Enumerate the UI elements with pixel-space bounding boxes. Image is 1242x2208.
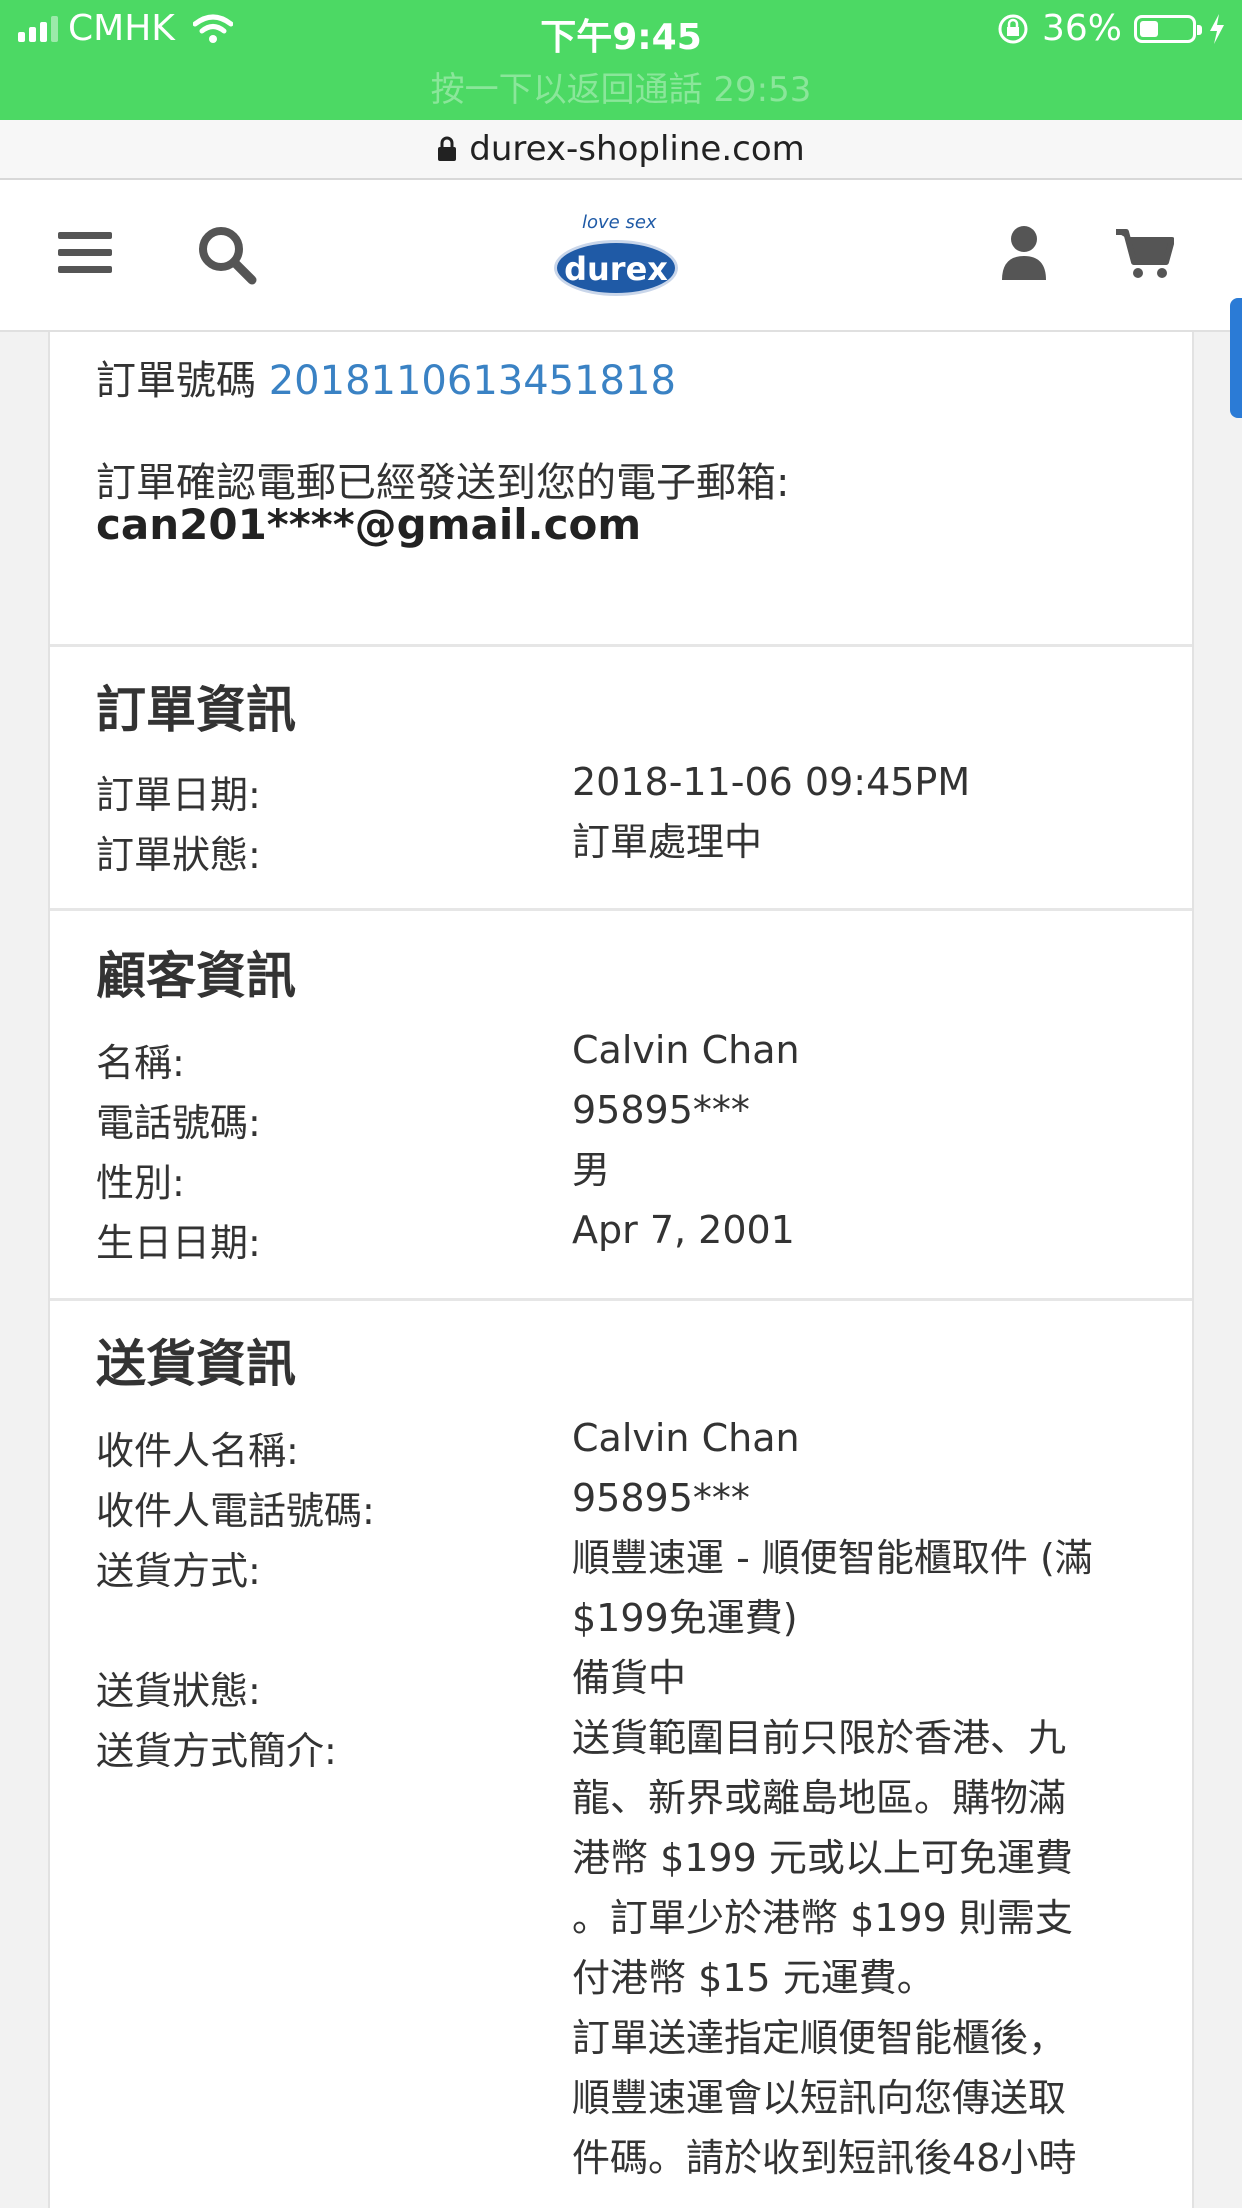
delivery-description-label: 送貨方式簡介:: [96, 1729, 337, 1773]
section-divider: [50, 908, 1192, 911]
order-confirmation-card: 訂單號碼 20181106134518​18 訂單確認電郵已經發送到您的電子郵箱…: [48, 332, 1194, 2208]
return-to-call-banner[interactable]: 按一下以返回通話 29:53: [0, 62, 1242, 111]
recipient-phone-label: 收件人電話號碼:: [96, 1489, 375, 1533]
delivery-description-line: 件碼。請於收到短訊後48小時: [572, 2136, 1077, 2180]
side-widget-tab[interactable]: [1230, 298, 1242, 418]
delivery-description-line: 。訂單少於港幣 $199 則需支: [572, 1896, 1073, 1940]
delivery-description-line: 龍、新界或離島地區。購物滿: [572, 1776, 1067, 1820]
order-status-value: 訂單處理中: [572, 820, 763, 864]
customer-birthday-value: Apr 7, 2001: [572, 1208, 795, 1252]
order-date-value: 2018-11-06 09:45PM: [572, 760, 971, 804]
order-info-title: 訂單資訊: [96, 681, 296, 739]
status-right: 36%: [996, 8, 1226, 49]
section-divider: [50, 644, 1192, 647]
battery-percent: 36%: [1041, 8, 1122, 49]
delivery-info-title: 送貨資訊: [96, 1335, 296, 1393]
delivery-status-label: 送貨狀態:: [96, 1669, 261, 1713]
order-status-label: 訂單狀態:: [96, 833, 261, 877]
recipient-name-label: 收件人名稱:: [96, 1429, 299, 1473]
delivery-method-line: $199免運費): [572, 1596, 798, 1640]
logo-tagline: love sex: [582, 212, 657, 233]
rotation-lock-icon: [998, 14, 1028, 43]
customer-name-label: 名稱:: [96, 1041, 185, 1085]
delivery-description-line: 順豐速運會以短訊向您傳送取: [572, 2076, 1067, 2120]
customer-birthday-label: 生日日期:: [96, 1221, 261, 1265]
recipient-name-value: Calvin Chan: [572, 1416, 800, 1460]
customer-phone-value: 95895***: [572, 1088, 750, 1132]
menu-icon[interactable]: [58, 230, 112, 276]
charging-icon: [1210, 13, 1224, 44]
search-icon[interactable]: [196, 224, 258, 286]
address-bar[interactable]: durex-shopline.com: [0, 120, 1242, 180]
section-divider: [50, 1298, 1192, 1301]
status-bar: CMHK 下午9:45 36% 按一下以返回通話 29:53: [0, 0, 1242, 120]
delivery-method-label: 送貨方式:: [96, 1549, 261, 1593]
delivery-method-value: 順豐速運 - 順便智能櫃取件 (滿 $199免運費): [572, 1528, 1152, 1648]
delivery-description-line: 送貨範圍目前只限於香港、九: [572, 1716, 1067, 1760]
order-number-row: 訂單號碼 20181106134518​18: [96, 348, 676, 406]
customer-email: can201****@gmail.com: [96, 500, 642, 549]
durex-logo[interactable]: love sex durex: [548, 200, 684, 312]
logo-brand: durex: [564, 250, 668, 288]
customer-name-value: Calvin Chan: [572, 1028, 800, 1072]
customer-phone-label: 電話號碼:: [96, 1101, 261, 1145]
recipient-phone-value: 95895***: [572, 1476, 750, 1520]
delivery-description-value: 送貨範圍目前只限於香港、九 龍、新界或離島地區。購物滿 港幣 $199 元或以上…: [572, 1708, 1152, 2188]
url-text: durex-shopline.com: [469, 129, 805, 169]
battery-icon: [1134, 14, 1202, 43]
customer-gender-label: 性別:: [96, 1161, 185, 1205]
account-icon[interactable]: [1000, 224, 1048, 282]
cart-icon[interactable]: [1114, 228, 1174, 280]
order-date-label: 訂單日期:: [96, 773, 261, 817]
delivery-description-line: 付港幣 $15 元運費。: [572, 1956, 935, 2000]
delivery-description-line: 訂單送達指定順便智能櫃後，: [572, 2016, 1067, 2060]
order-number-link[interactable]: 20181106134518​18: [269, 358, 676, 404]
customer-info-title: 顧客資訊: [96, 947, 296, 1005]
customer-gender-value: 男: [572, 1148, 611, 1192]
site-header: love sex durex: [0, 180, 1242, 332]
order-number-label: 訂單號碼: [96, 358, 256, 404]
delivery-status-value: 備貨中: [572, 1656, 687, 1700]
delivery-method-line: 順豐速運 - 順便智能櫃取件 (滿: [572, 1536, 1093, 1580]
delivery-description-line: 港幣 $199 元或以上可免運費: [572, 1836, 1073, 1880]
lock-icon: [438, 136, 457, 161]
